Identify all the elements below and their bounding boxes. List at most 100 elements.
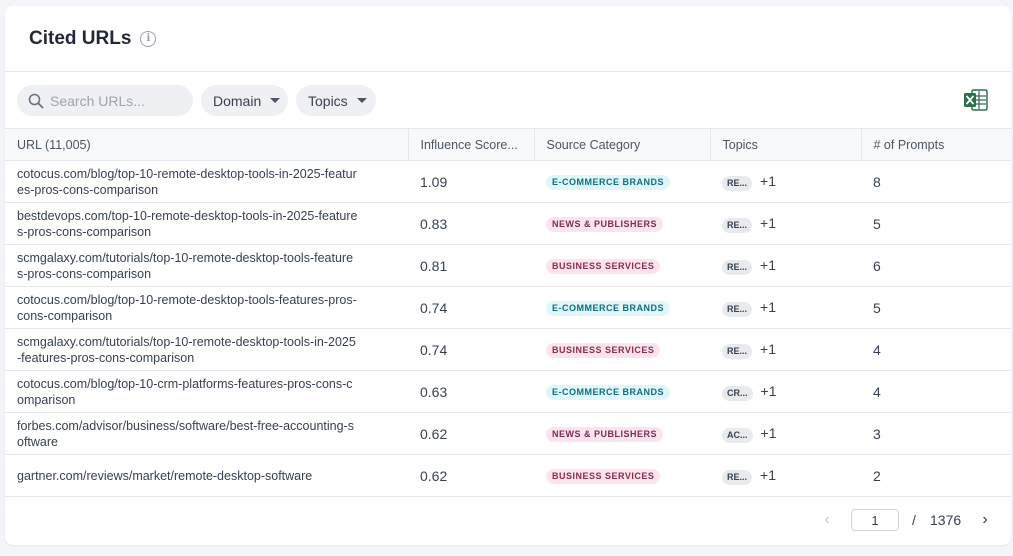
total-pages: 1376 (930, 512, 962, 528)
chevron-left-icon[interactable]: ‹ (819, 510, 835, 530)
topic-chip[interactable]: RE... (722, 259, 753, 275)
prompts-count-cell: 6 (861, 244, 1011, 287)
source-category-cell: E-COMMERCE BRANDS (534, 160, 710, 203)
table-row[interactable]: scmgalaxy.com/tutorials/top-10-remote-de… (5, 328, 1011, 371)
search-box[interactable] (17, 85, 193, 116)
url-cell[interactable]: bestdevops.com/top-10-remote-desktop-too… (5, 202, 408, 245)
influence-score-cell: 0.74 (408, 286, 534, 329)
table-row[interactable]: cotocus.com/blog/top-10-remote-desktop-t… (5, 286, 1011, 329)
cited-urls-table: URL (11,005) Influence Score... Source C… (5, 128, 1011, 497)
topics-filter-button[interactable]: Topics (296, 85, 376, 116)
prompts-count-cell: 2 (861, 454, 1011, 497)
chevron-right-icon[interactable]: › (977, 510, 993, 530)
table-row[interactable]: gartner.com/reviews/market/remote-deskto… (5, 454, 1011, 497)
topics-filter-label: Topics (308, 92, 348, 109)
topics-cell: RE... +1 (710, 454, 861, 497)
topic-more-count[interactable]: +1 (761, 383, 777, 399)
source-category-badge: BUSINESS SERVICES (546, 258, 661, 274)
prompts-count-cell: 3 (861, 412, 1011, 455)
topic-more-count[interactable]: +1 (760, 215, 776, 231)
topic-chip[interactable]: RE... (722, 301, 753, 317)
page-number-input[interactable] (851, 509, 899, 531)
url-cell[interactable]: forbes.com/advisor/business/software/bes… (5, 412, 408, 455)
domain-filter-button[interactable]: Domain (201, 85, 288, 116)
source-category-cell: BUSINESS SERVICES (534, 454, 710, 497)
source-category-cell: BUSINESS SERVICES (534, 328, 710, 371)
influence-score-cell: 0.83 (408, 202, 534, 245)
table-header-row: URL (11,005) Influence Score... Source C… (5, 128, 1011, 161)
search-input[interactable] (50, 92, 180, 109)
column-header-source-category[interactable]: Source Category (534, 128, 711, 161)
table-row[interactable]: scmgalaxy.com/tutorials/top-10-remote-de… (5, 244, 1011, 287)
column-header-influence-score[interactable]: Influence Score... (408, 128, 535, 161)
topics-cell: AC... +1 (710, 412, 861, 455)
url-cell[interactable]: cotocus.com/blog/top-10-crm-platforms-fe… (5, 370, 408, 413)
cited-urls-card: Cited URLs i Domain Topics (5, 6, 1011, 545)
prompts-count-cell: 4 (861, 328, 1011, 371)
topic-more-count[interactable]: +1 (761, 425, 777, 441)
column-header-url[interactable]: URL (11,005) (5, 128, 409, 161)
topics-cell: RE... +1 (710, 286, 861, 329)
url-cell[interactable]: cotocus.com/blog/top-10-remote-desktop-t… (5, 160, 408, 203)
source-category-cell: E-COMMERCE BRANDS (534, 370, 710, 413)
topic-chip[interactable]: AC... (722, 427, 753, 443)
topic-chip[interactable]: CR... (722, 385, 753, 401)
topic-more-count[interactable]: +1 (760, 299, 776, 315)
info-icon[interactable]: i (140, 31, 157, 47)
source-category-cell: NEWS & PUBLISHERS (534, 412, 710, 455)
topic-chip[interactable]: RE... (722, 175, 753, 191)
topic-more-count[interactable]: +1 (760, 173, 776, 189)
source-category-badge: E-COMMERCE BRANDS (546, 300, 670, 316)
topic-more-count[interactable]: +1 (760, 467, 776, 483)
table-row[interactable]: bestdevops.com/top-10-remote-desktop-too… (5, 202, 1011, 245)
influence-score-cell: 0.62 (408, 412, 534, 455)
influence-score-cell: 0.81 (408, 244, 534, 287)
url-cell[interactable]: scmgalaxy.com/tutorials/top-10-remote-de… (5, 328, 408, 371)
source-category-cell: E-COMMERCE BRANDS (534, 286, 710, 329)
table-row[interactable]: forbes.com/advisor/business/software/bes… (5, 412, 1011, 455)
topics-cell: RE... +1 (710, 328, 861, 371)
topics-cell: RE... +1 (710, 244, 861, 287)
influence-score-cell: 0.62 (408, 454, 534, 497)
domain-filter-label: Domain (213, 92, 262, 109)
excel-export-icon[interactable] (963, 88, 989, 112)
prompts-count-cell: 8 (861, 160, 1011, 203)
url-cell[interactable]: gartner.com/reviews/market/remote-deskto… (5, 454, 408, 497)
source-category-badge: BUSINESS SERVICES (546, 468, 661, 484)
search-icon (28, 93, 44, 108)
url-cell[interactable]: cotocus.com/blog/top-10-remote-desktop-t… (5, 286, 408, 329)
column-header-prompts[interactable]: # of Prompts (861, 128, 1011, 161)
topic-more-count[interactable]: +1 (760, 257, 776, 273)
influence-score-cell: 0.63 (408, 370, 534, 413)
chevron-down-icon (270, 98, 281, 103)
toolbar: Domain Topics (5, 72, 1011, 129)
topics-cell: RE... +1 (710, 202, 861, 245)
influence-score-cell: 0.74 (408, 328, 534, 371)
topic-more-count[interactable]: +1 (760, 341, 776, 357)
source-category-badge: E-COMMERCE BRANDS (546, 384, 670, 400)
column-header-topics[interactable]: Topics (710, 128, 862, 161)
pagination: ‹ / 1376 › (5, 509, 1011, 533)
table-row[interactable]: cotocus.com/blog/top-10-crm-platforms-fe… (5, 370, 1011, 413)
card-header: Cited URLs i (5, 6, 1011, 72)
prompts-count-cell: 4 (861, 370, 1011, 413)
influence-score-cell: 1.09 (408, 160, 534, 203)
source-category-badge: NEWS & PUBLISHERS (546, 426, 664, 442)
source-category-badge: E-COMMERCE BRANDS (546, 174, 670, 190)
page-title: Cited URLs (29, 27, 132, 49)
url-cell[interactable]: scmgalaxy.com/tutorials/top-10-remote-de… (5, 244, 408, 287)
prompts-count-cell: 5 (861, 202, 1011, 245)
topic-chip[interactable]: RE... (722, 217, 753, 233)
chevron-down-icon (356, 98, 367, 103)
topic-chip[interactable]: RE... (722, 469, 753, 485)
topics-cell: RE... +1 (710, 160, 861, 203)
topics-cell: CR... +1 (710, 370, 861, 413)
topic-chip[interactable]: RE... (722, 343, 753, 359)
table-row[interactable]: cotocus.com/blog/top-10-remote-desktop-t… (5, 160, 1011, 203)
source-category-cell: BUSINESS SERVICES (534, 244, 710, 287)
prompts-count-cell: 5 (861, 286, 1011, 329)
source-category-badge: BUSINESS SERVICES (546, 342, 661, 358)
page-separator: / (912, 512, 916, 528)
source-category-cell: NEWS & PUBLISHERS (534, 202, 710, 245)
source-category-badge: NEWS & PUBLISHERS (546, 216, 664, 232)
